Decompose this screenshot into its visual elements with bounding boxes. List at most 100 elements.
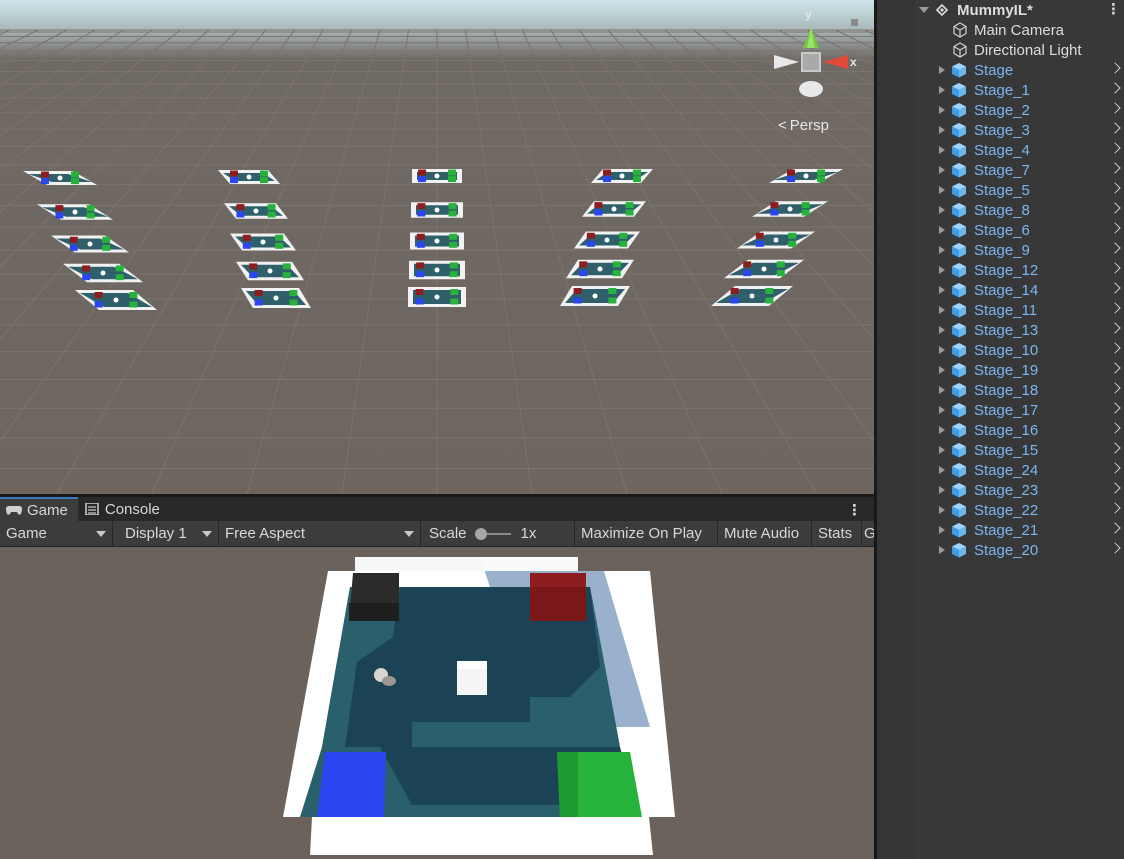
view-select[interactable]: Game [0, 521, 113, 546]
chevron-right-icon[interactable] [1109, 382, 1121, 394]
hierarchy-item-prefab[interactable]: Stage_1 [877, 80, 1124, 100]
fold-right-icon[interactable] [939, 186, 945, 194]
mute-audio-toggle[interactable]: Mute Audio [718, 521, 812, 546]
hierarchy-item-prefab[interactable]: Stage_22 [877, 500, 1124, 520]
hierarchy-item-prefab[interactable]: Stage_4 [877, 140, 1124, 160]
chevron-right-icon[interactable] [1109, 542, 1121, 554]
hierarchy-item-prefab[interactable]: Stage_21 [877, 520, 1124, 540]
tab-console[interactable]: Console [78, 497, 170, 521]
chevron-right-icon[interactable] [1109, 522, 1121, 534]
fold-right-icon[interactable] [939, 106, 945, 114]
fold-right-icon[interactable] [939, 126, 945, 134]
hierarchy-item-prefab[interactable]: Stage_14 [877, 280, 1124, 300]
hierarchy-item-prefab[interactable]: Stage [877, 60, 1124, 80]
chevron-right-icon[interactable] [1109, 342, 1121, 354]
maximize-on-play-toggle[interactable]: Maximize On Play [575, 521, 718, 546]
chevron-right-icon[interactable] [1109, 102, 1121, 114]
hierarchy-item-prefab[interactable]: Stage_6 [877, 220, 1124, 240]
hierarchy-item-main-camera[interactable]: Main Camera [877, 20, 1124, 40]
hierarchy-item-prefab[interactable]: Stage_3 [877, 120, 1124, 140]
hierarchy-item-prefab[interactable]: Stage_16 [877, 420, 1124, 440]
gizmo-lock-icon[interactable] [851, 19, 858, 26]
hierarchy-item-prefab[interactable]: Stage_19 [877, 360, 1124, 380]
gizmos-toggle[interactable]: G [862, 521, 874, 546]
hierarchy-item-prefab[interactable]: Stage_8 [877, 200, 1124, 220]
fold-right-icon[interactable] [939, 246, 945, 254]
chevron-right-icon[interactable] [1109, 62, 1121, 74]
fold-right-icon[interactable] [939, 426, 945, 434]
scale-slider[interactable] [474, 527, 511, 540]
fold-right-icon[interactable] [939, 86, 945, 94]
hierarchy-item-prefab[interactable]: Stage_13 [877, 320, 1124, 340]
hierarchy-item-prefab[interactable]: Stage_10 [877, 340, 1124, 360]
chevron-right-icon[interactable] [1109, 82, 1121, 94]
hierarchy-panel: MummyIL* ⋮ Main Camera Directional Light… [877, 0, 1124, 859]
fold-right-icon[interactable] [939, 486, 945, 494]
chevron-right-icon[interactable] [1109, 362, 1121, 374]
hierarchy-item-prefab[interactable]: Stage_18 [877, 380, 1124, 400]
scale-slider-handle[interactable] [474, 527, 487, 540]
fold-right-icon[interactable] [939, 286, 945, 294]
chevron-right-icon[interactable] [1109, 502, 1121, 514]
hierarchy-item-prefab[interactable]: Stage_12 [877, 260, 1124, 280]
stats-toggle[interactable]: Stats [812, 521, 862, 546]
fold-down-icon[interactable] [919, 7, 929, 13]
projection-toggle[interactable]: < Persp [778, 117, 829, 134]
hierarchy-item-prefab[interactable]: Stage_5 [877, 180, 1124, 200]
fold-right-icon[interactable] [939, 386, 945, 394]
fold-right-icon[interactable] [939, 226, 945, 234]
chevron-right-icon[interactable] [1109, 442, 1121, 454]
fold-right-icon[interactable] [939, 526, 945, 534]
chevron-right-icon[interactable] [1109, 182, 1121, 194]
scene-canvas[interactable] [0, 0, 874, 494]
chevron-right-icon[interactable] [1109, 322, 1121, 334]
display-select[interactable]: Display 1 [113, 521, 219, 546]
fold-right-icon[interactable] [939, 406, 945, 414]
chevron-right-icon[interactable] [1109, 162, 1121, 174]
chevron-right-icon[interactable] [1109, 422, 1121, 434]
fold-right-icon[interactable] [939, 206, 945, 214]
hierarchy-item-prefab[interactable]: Stage_23 [877, 480, 1124, 500]
fold-right-icon[interactable] [939, 446, 945, 454]
chevron-right-icon[interactable] [1109, 302, 1121, 314]
chevron-right-icon[interactable] [1109, 462, 1121, 474]
chevron-right-icon[interactable] [1109, 222, 1121, 234]
fold-right-icon[interactable] [939, 466, 945, 474]
fold-right-icon[interactable] [939, 326, 945, 334]
game-view[interactable] [0, 547, 874, 859]
chevron-right-icon[interactable] [1109, 142, 1121, 154]
fold-right-icon[interactable] [939, 546, 945, 554]
hierarchy-item-prefab[interactable]: Stage_9 [877, 240, 1124, 260]
fold-right-icon[interactable] [939, 306, 945, 314]
chevron-right-icon[interactable] [1109, 202, 1121, 214]
fold-right-icon[interactable] [939, 346, 945, 354]
maximize-on-play-label: Maximize On Play [581, 525, 702, 542]
chevron-right-icon[interactable] [1109, 282, 1121, 294]
hierarchy-item-prefab[interactable]: Stage_15 [877, 440, 1124, 460]
hierarchy-item-prefab[interactable]: Stage_2 [877, 100, 1124, 120]
fold-right-icon[interactable] [939, 266, 945, 274]
console-icon [85, 503, 99, 515]
fold-right-icon[interactable] [939, 66, 945, 74]
hierarchy-item-prefab[interactable]: Stage_11 [877, 300, 1124, 320]
kebab-menu-icon[interactable]: ⋮ [847, 501, 862, 519]
fold-right-icon[interactable] [939, 146, 945, 154]
tab-game[interactable]: Game [0, 497, 78, 521]
hierarchy-item-prefab[interactable]: Stage_7 [877, 160, 1124, 180]
hierarchy-scene-row[interactable]: MummyIL* ⋮ [877, 0, 1124, 20]
kebab-menu-icon[interactable]: ⋮ [1106, 0, 1121, 18]
chevron-right-icon[interactable] [1109, 482, 1121, 494]
hierarchy-item-prefab[interactable]: Stage_24 [877, 460, 1124, 480]
fold-right-icon[interactable] [939, 506, 945, 514]
scene-view[interactable]: y x < Persp [0, 0, 874, 494]
hierarchy-item-directional-light[interactable]: Directional Light [877, 40, 1124, 60]
chevron-right-icon[interactable] [1109, 262, 1121, 274]
hierarchy-item-prefab[interactable]: Stage_20 [877, 540, 1124, 560]
fold-right-icon[interactable] [939, 166, 945, 174]
chevron-right-icon[interactable] [1109, 122, 1121, 134]
fold-right-icon[interactable] [939, 366, 945, 374]
aspect-select[interactable]: Free Aspect [219, 521, 421, 546]
hierarchy-item-prefab[interactable]: Stage_17 [877, 400, 1124, 420]
chevron-right-icon[interactable] [1109, 402, 1121, 414]
chevron-right-icon[interactable] [1109, 242, 1121, 254]
